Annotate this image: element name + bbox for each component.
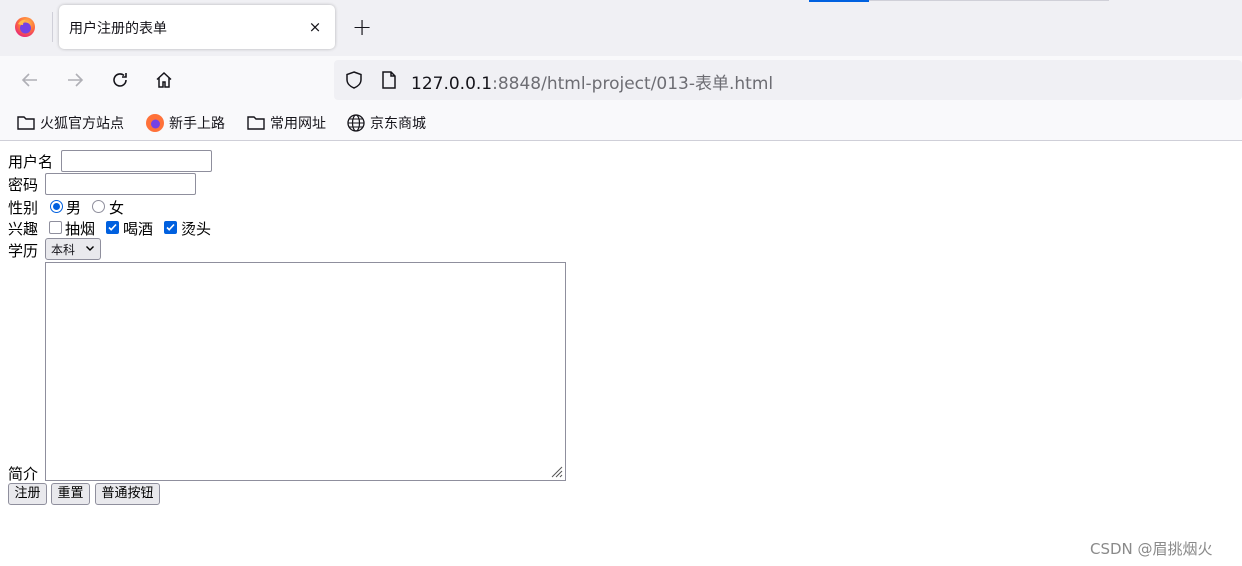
bookmark-item[interactable]: 火狐官方站点 — [16, 113, 124, 133]
watermark: CSDN @眉挑烟火 — [1090, 540, 1213, 558]
close-tab-icon[interactable]: × — [305, 17, 325, 37]
hobby-checkbox-perm[interactable] — [164, 221, 177, 234]
hobby-option-label: 喝酒 — [123, 220, 154, 238]
url-path: :8848/html-project/013-表单.html — [492, 74, 774, 94]
home-icon[interactable] — [152, 68, 176, 92]
hobby-option-label: 抽烟 — [65, 220, 96, 238]
bookmark-label: 火狐官方站点 — [40, 116, 124, 132]
address-bar[interactable]: 127.0.0.1:8848/html-project/013-表单.html — [334, 60, 1242, 100]
gender-label: 性别 — [8, 199, 39, 217]
check-icon — [166, 223, 175, 231]
bookmark-item[interactable]: 常用网址 — [246, 113, 326, 133]
education-selected-value: 本科 — [51, 243, 76, 257]
education-select[interactable]: 本科 — [45, 238, 101, 260]
folder-icon — [17, 116, 35, 130]
globe-icon — [347, 114, 365, 132]
navigation-bar: 127.0.0.1:8848/html-project/013-表单.html — [0, 56, 1242, 104]
new-tab-icon[interactable]: + — [350, 15, 374, 39]
firefox-menu-icon[interactable] — [14, 16, 36, 38]
shield-icon[interactable] — [344, 70, 364, 90]
firefox-icon — [146, 114, 164, 132]
username-input[interactable] — [61, 150, 212, 172]
strip-line — [869, 0, 1109, 1]
register-button[interactable]: 注册 — [8, 483, 47, 505]
password-input[interactable] — [45, 173, 196, 195]
folder-icon — [247, 116, 265, 130]
gender-radio-female[interactable] — [92, 200, 105, 213]
hobby-checkbox-smoke[interactable] — [49, 221, 62, 234]
gender-option-male: 男 — [66, 199, 82, 217]
tab-strip: 用户注册的表单 × + — [0, 0, 1242, 56]
education-label: 学历 — [8, 242, 39, 260]
tab-separator — [52, 12, 53, 42]
bookmark-item[interactable]: 新手上路 — [145, 113, 225, 133]
hobby-label: 兴趣 — [8, 220, 39, 238]
check-icon — [108, 223, 117, 231]
gender-option-female: 女 — [109, 199, 125, 217]
bookmark-label: 新手上路 — [169, 116, 225, 132]
username-label: 用户名 — [8, 153, 54, 171]
gender-radio-male[interactable] — [50, 200, 63, 213]
bookmark-label: 京东商城 — [370, 116, 426, 132]
hobby-checkbox-drink[interactable] — [106, 221, 119, 234]
password-label: 密码 — [8, 176, 39, 194]
reload-icon[interactable] — [108, 68, 132, 92]
plain-button[interactable]: 普通按钮 — [95, 483, 160, 505]
tab-title: 用户注册的表单 — [69, 21, 167, 37]
intro-label: 简介 — [8, 465, 39, 483]
bookmark-label: 常用网址 — [270, 116, 326, 132]
reset-button[interactable]: 重置 — [51, 483, 90, 505]
hobby-option-label: 烫头 — [181, 220, 212, 238]
back-arrow-icon[interactable] — [18, 68, 42, 92]
bookmarks-bar: 火狐官方站点 新手上路 常用网址 京东商城 — [0, 104, 1242, 141]
tab-active[interactable]: 用户注册的表单 × — [59, 5, 335, 49]
url-text[interactable]: 127.0.0.1:8848/html-project/013-表单.html — [411, 69, 773, 94]
resize-grip-icon[interactable] — [549, 464, 563, 478]
page-content: 用户名 密码 性别 男 女 兴趣 抽烟 喝酒 烫头 学历 本科 简介 注册 重置… — [0, 141, 1242, 566]
url-host: 127.0.0.1 — [411, 74, 493, 94]
chevron-down-icon — [86, 246, 94, 251]
forward-arrow-icon[interactable] — [63, 68, 87, 92]
bookmark-item[interactable]: 京东商城 — [346, 113, 426, 133]
page-info-icon[interactable] — [380, 70, 398, 90]
strip-accent — [809, 0, 869, 2]
intro-textarea[interactable] — [45, 262, 566, 481]
